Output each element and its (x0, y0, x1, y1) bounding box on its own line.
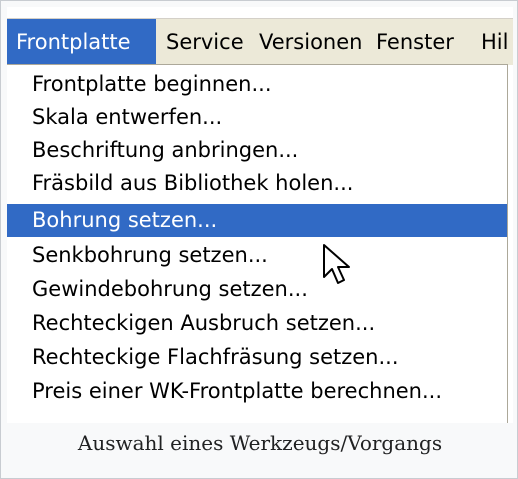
menu-item-label: Bohrung setzen... (32, 208, 218, 232)
menu-item-preis-berechnen[interactable]: Preis einer WK-Frontplatte berechnen... (7, 375, 507, 408)
menu-item-label: Preis einer WK-Frontplatte berechnen... (32, 379, 443, 403)
menu-item-label: Fräsbild aus Bibliothek holen... (32, 171, 354, 195)
menu-item-label: Gewindebohrung setzen... (32, 277, 308, 301)
menu-item-gewindebohrung-setzen[interactable]: Gewindebohrung setzen... (7, 273, 507, 306)
screenshot: Frontplatte Service Versionen Fenster Hi… (7, 7, 513, 423)
menu-fenster[interactable]: Fenster (376, 19, 454, 65)
menu-frontplatte[interactable]: Frontplatte (7, 19, 156, 65)
menu-item-bohrung-setzen[interactable]: Bohrung setzen... (7, 204, 507, 237)
menu-item-frontplatte-beginnen[interactable]: Frontplatte beginnen... (7, 68, 507, 101)
menu-item-label: Skala entwerfen... (32, 105, 223, 129)
menu-item-label: Beschriftung anbringen... (32, 138, 299, 162)
menu-versionen[interactable]: Versionen (259, 19, 362, 65)
menu-item-label: Rechteckigen Ausbruch setzen... (32, 311, 376, 335)
frontplatte-dropdown-menu: Frontplatte beginnen... Skala entwerfen.… (7, 64, 508, 423)
menu-bar: Frontplatte Service Versionen Fenster Hi… (7, 18, 513, 65)
menu-item-label: Rechteckige Flachfräsung setzen... (32, 345, 399, 369)
menu-item-label: Senkbohrung setzen... (32, 243, 268, 267)
menu-item-rechteckigen-ausbruch[interactable]: Rechteckigen Ausbruch setzen... (7, 307, 507, 340)
menu-item-senkbohrung-setzen[interactable]: Senkbohrung setzen... (7, 239, 507, 272)
image-caption: Auswahl eines Werkzeugs/Vorgangs (77, 431, 443, 455)
menu-item-fraesbild-holen[interactable]: Fräsbild aus Bibliothek holen... (7, 167, 507, 200)
menu-item-rechteckige-flachfraesung[interactable]: Rechteckige Flachfräsung setzen... (7, 341, 507, 374)
menu-item-label: Frontplatte beginnen... (32, 72, 272, 96)
menu-item-beschriftung-anbringen[interactable]: Beschriftung anbringen... (7, 134, 507, 167)
menu-service[interactable]: Service (166, 19, 244, 65)
mouse-pointer-icon (323, 244, 350, 284)
menu-item-skala-entwerfen[interactable]: Skala entwerfen... (7, 101, 507, 134)
image-frame: Frontplatte Service Versionen Fenster Hi… (0, 0, 518, 479)
menu-hilfe[interactable]: Hil (481, 19, 508, 65)
